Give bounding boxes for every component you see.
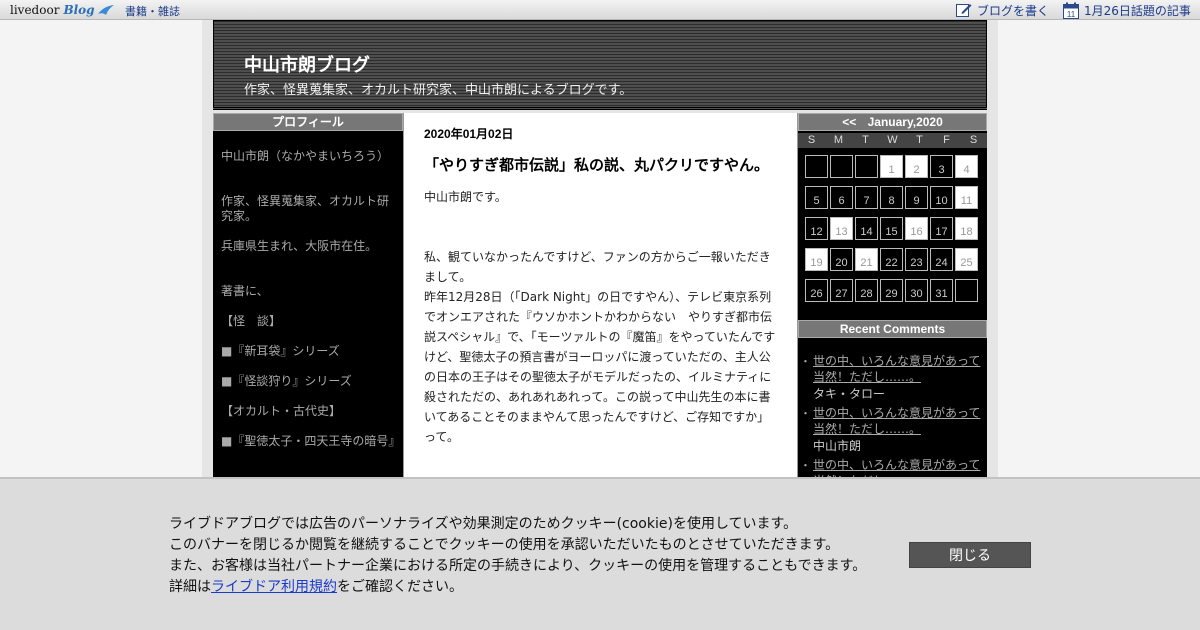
write-blog-link[interactable]: ブログを書く [956,0,1049,20]
cookie-line: このバナーを閉じるか閲覧を継続することでクッキーの使用を承認いただいたものとさせ… [169,537,840,553]
terms-link[interactable]: ライブドア利用規約 [211,579,337,595]
calendar-day-cell[interactable]: 5 [805,186,828,209]
cookie-banner: ライブドアブログでは広告のパーソナライズや効果測定のためクッキー(cookie)… [0,477,1200,630]
calendar-day-cell[interactable]: 28 [855,279,878,302]
top-toolbar: livedoor Blog 書籍・雑誌 ブログを書く 11 1月26日話題の記事 [0,0,1200,20]
write-blog-label: ブログを書く [977,3,1050,18]
recent-comments-section: Recent Comments [798,320,987,338]
profile-body: 中山市朗（なかやまいちろう） 作家、怪異蒐集家、オカルト研究家。 兵庫県生まれ、… [213,131,403,449]
calendar-weekday: T [862,134,869,146]
livedoor-blog-logo[interactable]: livedoor Blog [10,1,115,19]
logo-text: livedoor [10,3,60,17]
post-body: 中山市朗です。 私、観ていなかったんですけど、ファンの方からご一報いただきまして… [424,187,777,447]
profile-line: 【オカルト・古代史】 [221,404,342,418]
cookie-detail-prefix: 詳細は [169,579,211,595]
calendar-day-cell[interactable]: 3 [930,155,953,178]
calendar-icon: 11 [1063,2,1079,19]
calendar-icon-day: 11 [1067,10,1076,19]
calendar-day-cell[interactable]: 31 [930,279,953,302]
profile-line: 兵庫県生まれ、大阪市在住。 [221,239,378,253]
blog-description: 作家、怪異蒐集家、オカルト研究家、中山市朗によるブログです。 [244,83,633,98]
recent-comment-link[interactable]: 世の中、いろんな意見があって当然！ただし……。 [813,353,981,385]
profile-line: 【怪 談】 [221,314,282,328]
profile-line: 中山市朗（なかやまいちろう） [221,149,390,163]
profile-line: 著書に、 [221,284,269,298]
profile-line: ■『怪談狩り』シリーズ [221,374,352,388]
calendar-day-cell[interactable]: 29 [880,279,903,302]
recent-comment-item: 世の中、いろんな意見があって当然！ただし……。中山市朗 [800,405,981,455]
calendar-day-cell[interactable]: 23 [905,248,928,271]
blog-title[interactable]: 中山市朗ブログ [244,51,370,77]
calendar-prev-link[interactable]: << [842,115,856,129]
calendar-day-cell [805,155,828,178]
calendar-weekdays: SMTWTFS [798,133,987,148]
calendar-day-cell[interactable]: 10 [930,186,953,209]
calendar-day-cell[interactable]: 13 [830,217,853,240]
profile-line: ■『聖徳太子・四天王寺の暗号』 [221,434,401,448]
calendar-day-cell[interactable]: 20 [830,248,853,271]
calendar-day-cell[interactable]: 12 [805,217,828,240]
recent-comments-list: 世の中、いろんな意見があって当然！ただし……。タキ・タロー世の中、いろんな意見が… [800,353,981,489]
topic-articles-label: 1月26日話題の記事 [1084,3,1191,18]
calendar-day-cell[interactable]: 2 [905,155,928,178]
calendar-day-cell[interactable]: 14 [855,217,878,240]
cookie-line: また、お客様は当社パートナー企業における所定の手続きにより、クッキーの使用を管理… [169,558,867,574]
calendar-month: January,2020 [867,115,943,129]
calendar-day-cell[interactable]: 11 [955,186,978,209]
calendar-day-cell[interactable]: 19 [805,248,828,271]
calendar-weekday: S [969,134,978,146]
recent-comment-author: 中山市朗 [813,439,862,453]
calendar-day-cell[interactable]: 8 [880,186,903,209]
calendar-day-cell[interactable]: 9 [905,186,928,209]
books-magazines-link[interactable]: 書籍・雑誌 [125,3,180,19]
calendar-weekday: W [887,134,898,146]
blog-header: 中山市朗ブログ 作家、怪異蒐集家、オカルト研究家、中山市朗によるブログです。 [213,20,987,110]
post-title[interactable]: 「やりすぎ都市伝説」私の説、丸パクリですやん。 [424,156,777,175]
recent-comments-heading: Recent Comments [798,320,987,338]
cookie-close-button[interactable]: 閉じる [909,542,1031,568]
calendar-day-cell [855,155,878,178]
calendar-day-cell[interactable]: 25 [955,248,978,271]
topic-articles-link[interactable]: 11 1月26日話題の記事 [1063,0,1191,20]
calendar-weekday: S [807,134,816,146]
profile-line: ■『新耳袋』シリーズ [221,344,340,358]
cookie-line: 詳細はライブドア利用規約をご確認ください。 [169,577,866,598]
post-paragraph: 中山市朗です。 [424,190,507,204]
pencil-icon [956,4,972,17]
calendar-weekday: F [943,134,950,146]
logo-blog-text: Blog [63,3,95,17]
bird-icon [97,5,114,15]
calendar-weekday: T [916,134,923,146]
calendar-day-cell[interactable]: 18 [955,217,978,240]
calendar-day-cell[interactable]: 16 [905,217,928,240]
calendar-day-cell [830,155,853,178]
cookie-line: ライブドアブログでは広告のパーソナライズや効果測定のためクッキー(cookie)… [169,516,798,532]
recent-comment-item: 世の中、いろんな意見があって当然！ただし……。タキ・タロー [800,353,981,403]
post-paragraph: 私、観ていなかったんですけど、ファンの方からご一報いただきまして。 [424,250,771,284]
calendar-weekday: M [833,134,844,146]
calendar-day-cell[interactable]: 22 [880,248,903,271]
calendar-day-cell[interactable]: 7 [855,186,878,209]
calendar-day-cell[interactable]: 21 [855,248,878,271]
calendar-heading: << January,2020 [798,113,987,131]
post-paragraph: 昨年12月28日（「Dark Night」の日ですやん）、テレビ東京系列でオンエ… [424,290,776,444]
calendar-day-cell [955,279,978,302]
calendar-day-cell[interactable]: 24 [930,248,953,271]
profile-heading: プロフィール [213,113,403,131]
calendar-day-cell[interactable]: 26 [805,279,828,302]
recent-comment-link[interactable]: 世の中、いろんな意見があって当然！ただし……。 [813,405,981,437]
cookie-detail-suffix: をご確認ください。 [337,579,463,595]
calendar-day-cell[interactable]: 15 [880,217,903,240]
profile-line: 作家、怪異蒐集家、オカルト研究家。 [221,194,390,223]
recent-comment-author: タキ・タロー [813,387,886,401]
calendar-day-cell[interactable]: 6 [830,186,853,209]
post-date: 2020年01月02日 [424,127,514,141]
cookie-text: ライブドアブログでは広告のパーソナライズや効果測定のためクッキー(cookie)… [169,514,866,598]
calendar-day-cell[interactable]: 1 [880,155,903,178]
calendar-day-cell[interactable]: 27 [830,279,853,302]
calendar-day-cell[interactable]: 30 [905,279,928,302]
calendar-day-cell[interactable]: 4 [955,155,978,178]
calendar-day-cell[interactable]: 17 [930,217,953,240]
